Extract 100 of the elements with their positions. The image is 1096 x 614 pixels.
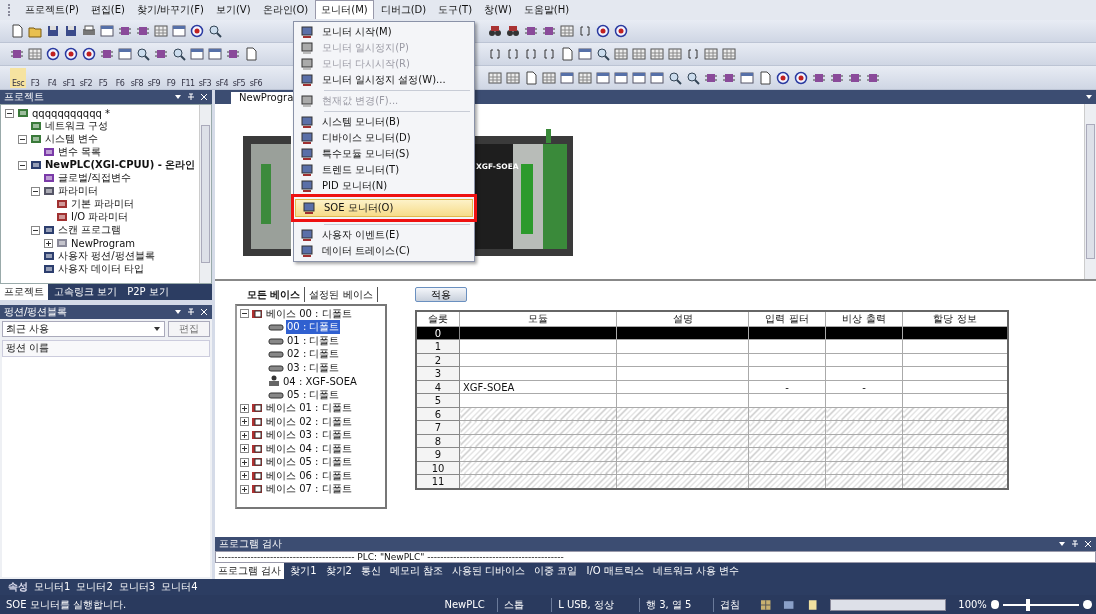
menu-item[interactable]: SOE 모니터(O) <box>295 199 473 217</box>
function-key-button[interactable]: F9 <box>163 67 179 88</box>
function-key-button[interactable]: sF2 <box>78 67 94 88</box>
round-button-icon[interactable] <box>82 47 96 62</box>
expander-icon[interactable] <box>240 457 249 467</box>
tree-item[interactable]: 파라미터 <box>58 184 98 199</box>
menu-item[interactable]: 데이터 트레이스(C) <box>294 243 474 259</box>
output-tab[interactable]: 네트워크 사용 변수 <box>649 562 743 579</box>
window-icon[interactable] <box>783 598 795 611</box>
zoom-out-button[interactable] <box>990 600 1000 610</box>
edit-button[interactable]: 편집 <box>168 320 210 337</box>
round-button-icon[interactable] <box>46 47 60 62</box>
magnifier-icon[interactable] <box>668 70 682 85</box>
function-key-button[interactable]: Esc <box>10 67 26 88</box>
menu-item[interactable]: 트렌드 모니터(T) <box>294 162 474 178</box>
grid-icon[interactable] <box>760 598 772 611</box>
menu-item[interactable]: 편집(E) <box>85 0 130 19</box>
dropdown-icon[interactable] <box>1085 92 1093 101</box>
expander-icon[interactable] <box>31 186 40 196</box>
tree-item[interactable]: 변수 목록 <box>58 145 102 160</box>
base-tab[interactable]: 모든 베이스 <box>243 286 306 302</box>
round-button-icon[interactable] <box>614 23 628 38</box>
close-icon[interactable] <box>200 307 208 316</box>
output-tab[interactable]: 이중 코일 <box>531 562 581 579</box>
printer-icon[interactable] <box>82 23 96 38</box>
grid-icon[interactable] <box>722 47 736 62</box>
function-key-button[interactable]: F6 <box>112 67 128 88</box>
expander-icon[interactable] <box>5 108 14 118</box>
bottom-tab[interactable]: 모니터1 <box>34 580 71 595</box>
page-icon[interactable] <box>10 23 24 38</box>
round-button-icon[interactable] <box>64 47 78 62</box>
expander-icon[interactable] <box>240 309 249 319</box>
magnifier-icon[interactable] <box>172 47 186 62</box>
tree-item[interactable]: 베이스 04 : 디폴트 <box>265 441 353 456</box>
function-key-button[interactable]: F11 <box>180 67 196 88</box>
panel-tab[interactable]: 고속링크 보기 <box>50 283 122 300</box>
menu-item[interactable]: 도구(T) <box>433 0 478 19</box>
window-icon[interactable] <box>596 70 610 85</box>
output-tab[interactable]: 통신 <box>357 562 384 579</box>
tree-item[interactable]: 베이스 01 : 디폴트 <box>265 401 353 416</box>
magnifier-icon[interactable] <box>686 70 700 85</box>
menu-item[interactable]: 디바이스 모니터(D) <box>294 130 474 146</box>
grid-icon[interactable] <box>650 47 664 62</box>
close-icon[interactable] <box>1084 539 1092 548</box>
page-icon[interactable] <box>758 70 772 85</box>
tree-item[interactable]: 시스템 변수 <box>45 132 99 147</box>
page-icon[interactable] <box>806 598 819 611</box>
tree-item[interactable]: 베이스 00 : 디폴트 <box>265 306 353 321</box>
grid-icon[interactable] <box>154 23 168 38</box>
output-tab[interactable]: I/O 매트릭스 <box>583 562 647 579</box>
grid-icon[interactable] <box>704 47 718 62</box>
pin-icon[interactable] <box>187 307 195 316</box>
round-button-icon[interactable] <box>190 23 204 38</box>
grid-icon[interactable] <box>488 70 502 85</box>
round-button-icon[interactable] <box>596 23 610 38</box>
tree-item[interactable]: 02 : 디폴트 <box>286 347 341 362</box>
tree-item[interactable]: 04 : XGF-SOEA <box>282 375 358 387</box>
tree-item[interactable]: 03 : 디폴트 <box>286 360 341 375</box>
expander-icon[interactable] <box>240 471 249 481</box>
expander-icon[interactable] <box>31 225 40 235</box>
function-key-button[interactable]: sF3 <box>197 67 213 88</box>
pin-icon[interactable] <box>187 92 195 101</box>
dropdown-icon[interactable] <box>153 324 161 333</box>
tree-item[interactable]: 사용자 펑션/펑션블록 <box>58 249 155 264</box>
pin-icon[interactable] <box>1071 539 1079 548</box>
expander-icon[interactable] <box>18 160 27 170</box>
window-icon[interactable] <box>208 47 222 62</box>
tree-item[interactable]: 글로벌/직접변수 <box>58 171 132 186</box>
bracket-icon[interactable] <box>488 47 502 62</box>
window-icon[interactable] <box>100 23 114 38</box>
grid-icon[interactable] <box>668 47 682 62</box>
window-icon[interactable] <box>190 47 204 62</box>
expander-icon[interactable] <box>240 444 249 454</box>
menu-item[interactable]: 디버그(D) <box>375 0 432 19</box>
output-tab[interactable]: 찾기2 <box>322 562 355 579</box>
expander-icon[interactable] <box>18 134 27 144</box>
expander-icon[interactable] <box>240 430 249 440</box>
output-tab[interactable]: 사용된 디바이스 <box>449 562 529 579</box>
menu-item[interactable]: 모니터 일시정지 설정(W)... <box>294 72 474 88</box>
dropdown-icon[interactable] <box>174 307 182 316</box>
tree-item[interactable]: 기본 파라미터 <box>71 197 135 212</box>
menu-item[interactable]: 사용자 이벤트(E) <box>294 227 474 243</box>
menu-item[interactable]: 특수모듈 모니터(S) <box>294 146 474 162</box>
tree-item[interactable]: 베이스 07 : 디폴트 <box>265 482 353 497</box>
grid-icon[interactable] <box>506 70 520 85</box>
bracket-icon[interactable] <box>524 47 538 62</box>
window-icon[interactable] <box>172 23 186 38</box>
expander-icon[interactable] <box>240 484 249 494</box>
tree-item[interactable]: 00 : 디폴트 <box>286 320 341 335</box>
menu-item[interactable]: 모니터 시작(M) <box>294 24 474 40</box>
close-icon[interactable] <box>200 92 208 101</box>
scrollbar[interactable] <box>1084 103 1096 279</box>
function-key-button[interactable]: sF6 <box>248 67 264 88</box>
tree-item[interactable]: qqqqqqqqqqq * <box>32 107 110 119</box>
panel-tab[interactable]: P2P 보기 <box>123 283 173 300</box>
window-icon[interactable] <box>560 70 574 85</box>
page-icon[interactable] <box>560 47 574 62</box>
expander-icon[interactable] <box>240 403 249 413</box>
grid-icon[interactable] <box>560 23 574 38</box>
tree-item[interactable]: 베이스 06 : 디폴트 <box>265 468 353 483</box>
